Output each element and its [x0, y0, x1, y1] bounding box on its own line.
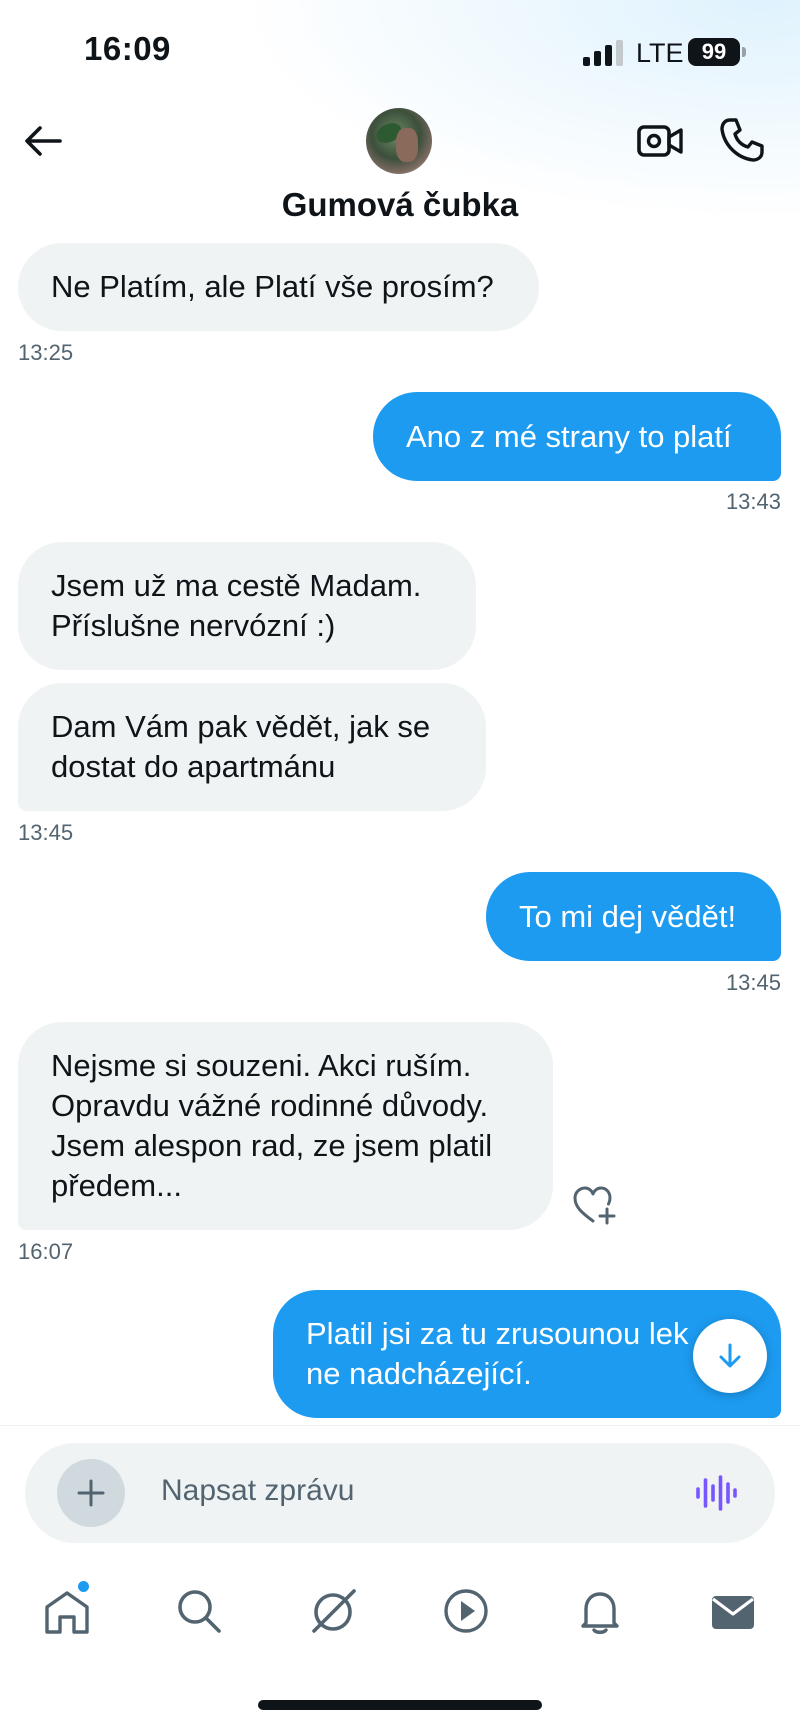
message-text: Dam Vám pak vědět, jak se	[51, 709, 431, 744]
network-type: LTE	[636, 38, 684, 68]
message-text: předem...	[51, 1168, 182, 1203]
home-indicator	[258, 1700, 542, 1710]
incoming-message[interactable]: Ne Platím, ale Platí vše prosím?	[18, 243, 539, 331]
incoming-message[interactable]: Dam Vám pak vědět, jak se dostat do apar…	[18, 683, 486, 811]
message-text: Jsem už ma cestě Madam.	[51, 568, 422, 603]
add-attachment-button[interactable]	[57, 1459, 125, 1527]
message-text: Opravdu vážné rodinné důvody.	[51, 1088, 489, 1123]
mail-icon[interactable]	[708, 1587, 758, 1637]
incoming-message[interactable]: Nejsme si souzeni. Akci ruším. Opravdu v…	[18, 1022, 553, 1230]
video-call-icon[interactable]	[636, 118, 684, 164]
message-text: ne nadcházející.	[306, 1356, 532, 1391]
bell-icon[interactable]	[575, 1586, 625, 1636]
search-icon[interactable]	[174, 1586, 224, 1636]
home-icon[interactable]	[42, 1587, 92, 1637]
message-text: Platil jsi za tu zrusounou lek	[306, 1316, 689, 1351]
message-text: Nejsme si souzeni. Akci ruším.	[51, 1048, 472, 1083]
back-arrow-icon[interactable]	[20, 118, 66, 164]
message-text: Ne Platím, ale Platí vše prosím?	[51, 269, 494, 304]
signal-strength-icon	[583, 40, 627, 66]
message-text: dostat do apartmánu	[51, 749, 336, 784]
arrow-down-icon	[719, 1343, 741, 1368]
incoming-message[interactable]: Jsem už ma cestě Madam. Příslušne nervóz…	[18, 542, 476, 670]
message-timestamp: 13:25	[18, 340, 74, 365]
plus-icon	[77, 1479, 105, 1507]
grok-icon[interactable]	[306, 1584, 360, 1638]
message-timestamp: 13:43	[725, 489, 781, 514]
add-reaction-heart-icon[interactable]	[572, 1184, 618, 1226]
phone-call-icon[interactable]	[718, 116, 766, 164]
message-input[interactable]: Napsat zprávu	[161, 1474, 354, 1508]
outgoing-message[interactable]: Ano z mé strany to platí	[373, 392, 781, 481]
notification-dot	[78, 1581, 89, 1592]
outgoing-message[interactable]: To mi dej vědět!	[486, 872, 781, 961]
message-timestamp: 16:07	[18, 1239, 74, 1264]
message-text: Příslušne nervózní :)	[51, 608, 336, 643]
message-timestamp: 13:45	[725, 970, 781, 995]
message-timestamp: 13:45	[18, 820, 74, 845]
message-composer[interactable]: Napsat zprávu	[25, 1443, 775, 1543]
contact-name[interactable]: Gumová čubka	[0, 186, 800, 224]
status-time: 16:09	[84, 30, 171, 67]
voice-message-icon[interactable]	[695, 1474, 737, 1512]
message-text: To mi dej vědět!	[519, 898, 737, 934]
video-play-icon[interactable]	[441, 1586, 491, 1636]
contact-avatar[interactable]	[366, 108, 432, 174]
battery-level: 99	[688, 38, 740, 66]
battery-cap	[742, 47, 746, 57]
message-text: Jsem alespon rad, ze jsem platil	[51, 1128, 493, 1163]
scroll-to-bottom-button[interactable]	[693, 1319, 767, 1393]
message-text: Ano z mé strany to platí	[406, 418, 732, 454]
